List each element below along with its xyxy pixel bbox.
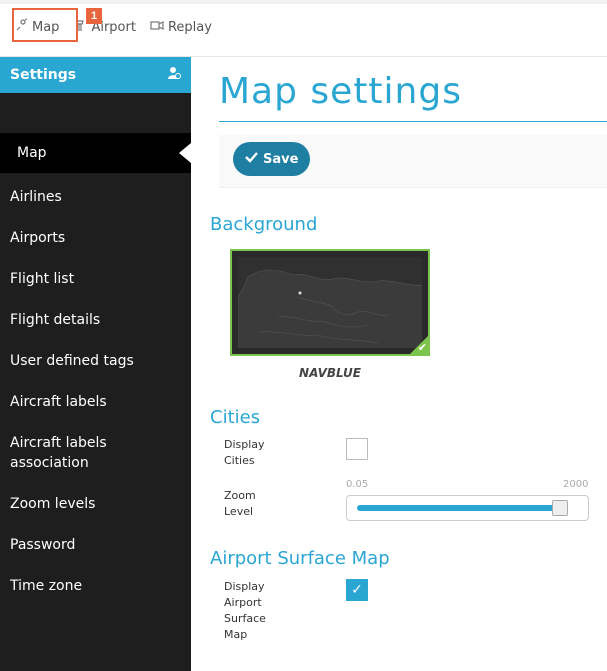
sidebar-item-zoom-levels[interactable]: Zoom levels [0,494,191,514]
top-strip [0,0,607,4]
sidebar-item-label: Zoom levels [10,496,96,512]
sidebar-item-label: Aircraft labels association [10,435,107,471]
save-toolbar: Save [219,135,607,188]
zoom-max-label: 2000 [563,479,589,490]
top-navigation-bar: Map Airport Replay 1 [0,0,607,57]
sidebar-item-label: Flight details [10,312,101,328]
section-title-cities: Cities [210,407,261,428]
video-camera-icon [150,18,164,36]
highlight-badge: 1 [86,8,102,24]
sidebar-item-map[interactable]: Map [0,133,191,173]
map-thumbnail [238,257,422,348]
zoom-level-slider[interactable] [346,495,589,521]
save-button[interactable]: Save [233,142,311,176]
sidebar-item-label: Time zone [10,578,83,594]
display-cities-checkbox[interactable] [346,438,368,460]
sidebar-item-label: Flight list [10,271,75,287]
selected-check-icon: ✔ [417,341,427,354]
sidebar-item-label: Airlines [10,189,62,205]
sidebar-item-label: User defined tags [10,353,134,369]
sidebar-item-label: Airports [10,230,66,246]
zoom-level-label: Zoom Level [224,489,256,518]
sidebar-item-aircraft-labels[interactable]: Aircraft labels [0,392,191,412]
sidebar: Settings Map Airlines Airports Flight li… [0,57,191,671]
topnav-airport[interactable]: Airport [73,18,136,36]
sidebar-title: Settings [10,67,77,83]
display-airport-surface-label: Display Airport Surface Map [224,580,266,641]
title-divider [219,121,607,122]
slider-handle[interactable] [552,500,568,516]
sidebar-item-label: Password [10,537,76,553]
display-airport-surface-checkbox[interactable]: ✓ [346,579,368,601]
sidebar-item-password[interactable]: Password [0,535,191,555]
section-title-airport-surface-map: Airport Surface Map [210,548,390,569]
sidebar-item-flight-details[interactable]: Flight details [0,310,191,330]
sidebar-menu: Map Airlines Airports Flight list Flight… [0,133,191,596]
sidebar-item-user-defined-tags[interactable]: User defined tags [0,351,191,371]
background-option-label: NAVBLUE [299,366,361,380]
section-title-background: Background [210,214,318,235]
zoom-min-label: 0.05 [346,479,369,490]
sidebar-item-aircraft-labels-association[interactable]: Aircraft labels association [0,433,130,473]
background-option-navblue[interactable]: ✔ [230,249,430,356]
slider-fill [357,505,560,511]
sidebar-header: Settings [0,57,191,93]
sidebar-item-label: Map [17,145,47,161]
save-button-label: Save [263,151,299,167]
sidebar-item-airlines[interactable]: Airlines [0,187,191,207]
sidebar-item-time-zone[interactable]: Time zone [0,576,191,596]
main-content: Map settings Save Background ✔ NAVBLUE C… [191,57,607,671]
sidebar-item-flight-list[interactable]: Flight list [0,269,191,289]
checkmark-icon [245,151,258,167]
sidebar-item-label: Aircraft labels [10,394,107,410]
page-title: Map settings [219,71,462,112]
topnav-replay[interactable]: Replay [150,18,212,36]
highlight-box [12,8,78,42]
display-cities-label: Display Cities [224,438,265,467]
user-gear-icon[interactable] [167,66,181,84]
topnav-replay-label: Replay [167,19,212,35]
sidebar-item-airports[interactable]: Airports [0,228,191,248]
